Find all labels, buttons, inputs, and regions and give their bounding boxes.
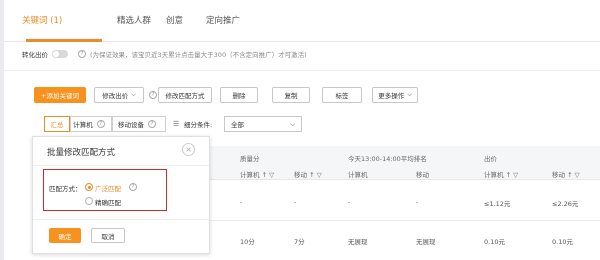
- conversion-bid-toggle[interactable]: [52, 50, 68, 58]
- copy-button[interactable]: 复制: [272, 87, 310, 103]
- info-icon[interactable]: ?: [149, 91, 157, 99]
- sort-icon: ↑ ▽: [309, 171, 322, 179]
- info-icon[interactable]: ?: [148, 120, 156, 128]
- segment-computer[interactable]: 计算机 ?: [70, 116, 112, 132]
- add-keyword-button[interactable]: +添加关键词: [34, 87, 86, 103]
- chevron-down-icon: ⌵: [131, 91, 136, 98]
- cell-bid-mobile[interactable]: ≤2.26元: [552, 198, 578, 208]
- conversion-bid-note: (为保证效果，该宝贝近3天累计点击量大于300（不含定向推广）才可激活): [90, 51, 307, 59]
- chevron-down-icon: ⌵: [290, 119, 295, 128]
- cell-quality-computer: -: [240, 198, 243, 206]
- chevron-down-icon: ⌵: [407, 91, 412, 98]
- delete-button[interactable]: 删除: [220, 87, 258, 103]
- cell-rank-mobile: -: [416, 198, 419, 206]
- col-bid-mobile[interactable]: 移动 ↑ ▽: [552, 169, 580, 179]
- row-divider: [208, 220, 600, 221]
- more-actions-button[interactable]: 更多操作 ⌵: [372, 87, 418, 103]
- segment-mobile-label: 移动设备: [118, 121, 144, 129]
- cell-quality-mobile: 7分: [294, 238, 305, 246]
- modify-bid-label: 修改出价: [102, 92, 129, 100]
- sort-icon: ↑ ▽: [567, 171, 580, 179]
- segment-condition-value: 全部: [231, 121, 244, 129]
- modify-match-button[interactable]: 修改匹配方式: [158, 87, 212, 103]
- batch-match-type-dialog: 批量修改匹配方式 × 匹配方式： 广泛匹配 ? 精确匹配 确定 取消: [32, 136, 210, 254]
- tab-creative[interactable]: 创意: [166, 14, 183, 26]
- info-icon[interactable]: ?: [96, 120, 105, 128]
- tag-button[interactable]: 标签: [322, 87, 362, 103]
- col-rank-mobile: 移动: [416, 171, 429, 179]
- close-icon[interactable]: ×: [182, 143, 195, 156]
- divider: [33, 219, 209, 220]
- header-quality-score: 质量分: [240, 155, 260, 163]
- header-bid: 出价: [484, 155, 497, 163]
- cell-rank-mobile: 无展现: [416, 238, 436, 246]
- radio-exact-match[interactable]: [85, 197, 93, 205]
- info-icon[interactable]: ?: [129, 183, 137, 191]
- segment-computer-label: 计算机: [73, 121, 93, 129]
- dialog-title: 批量修改匹配方式: [47, 148, 116, 158]
- tab-targeted-promotion[interactable]: 定向推广: [206, 14, 240, 26]
- table-header-columns: 计算机 ↑ ▽ 移动 ↑ ▽ 计算机 移动 计算机 ↑ ▽ 移动 ↑ ▽: [208, 166, 600, 180]
- broad-match-label[interactable]: 广泛匹配: [95, 183, 121, 193]
- segment-mobile[interactable]: 移动设备 ?: [112, 116, 166, 132]
- divider: [33, 165, 209, 166]
- cell-rank-computer: 无展现: [348, 238, 368, 246]
- sort-icon: ↑ ▽: [505, 171, 519, 179]
- exact-match-label[interactable]: 精确匹配: [95, 197, 121, 207]
- list-icon: ☰: [173, 120, 180, 128]
- cell-bid-mobile[interactable]: 0.10元: [552, 236, 573, 246]
- cancel-button[interactable]: 取消: [91, 228, 125, 243]
- col-rank-computer: 计算机: [348, 171, 368, 179]
- tab-selected-crowd[interactable]: 精选人群: [117, 14, 151, 26]
- col-quality-mobile[interactable]: 移动 ↑ ▽: [294, 169, 322, 179]
- col-quality-computer[interactable]: 计算机 ↑ ▽: [240, 169, 274, 179]
- cell-rank-computer: -: [348, 198, 351, 206]
- segment-condition-select[interactable]: 全部 ⌵: [224, 116, 302, 132]
- cell-bid-computer[interactable]: 0.10元: [484, 236, 505, 246]
- tab-keywords[interactable]: 关键词 (1): [22, 14, 62, 26]
- header-avg-rank: 今天13:00-14:00平均排名: [348, 155, 427, 163]
- info-icon[interactable]: ?: [78, 50, 86, 58]
- segment-summary[interactable]: 汇总: [44, 116, 70, 132]
- cell-quality-mobile: -: [294, 198, 297, 206]
- cell-quality-computer: 10分: [240, 238, 255, 246]
- divider: [4, 70, 600, 71]
- confirm-button[interactable]: 确定: [49, 228, 81, 243]
- cell-bid-computer[interactable]: ≤1.12元: [484, 198, 510, 208]
- active-tab-indicator: [26, 39, 102, 42]
- table-header-groups: 质量分 今天13:00-14:00平均排名 出价: [208, 146, 600, 166]
- radio-broad-match[interactable]: [85, 183, 93, 191]
- modify-bid-button[interactable]: 修改出价 ⌵: [94, 87, 144, 103]
- conversion-bid-row: 转化出价 ? ? (为保证效果，该宝贝近3天累计点击量大于300（不含定向推广）…: [22, 48, 307, 60]
- toolbar: +添加关键词 修改出价 ⌵ ? 修改匹配方式 删除 复制 标签 更多操作 ⌵: [0, 87, 600, 103]
- more-actions-label: 更多操作: [378, 92, 405, 100]
- sort-icon: ↑ ▽: [261, 171, 275, 179]
- segment-condition-label: ☰ 细分条件:: [173, 119, 212, 129]
- col-bid-computer[interactable]: 计算机 ↑ ▽: [484, 169, 518, 179]
- match-type-label: 匹配方式：: [49, 185, 82, 193]
- tab-bar: 关键词 (1) 精选人群 创意 定向推广: [4, 0, 600, 42]
- conversion-bid-label: 转化出价: [22, 51, 48, 59]
- segment-condition-text: 细分条件:: [184, 121, 213, 129]
